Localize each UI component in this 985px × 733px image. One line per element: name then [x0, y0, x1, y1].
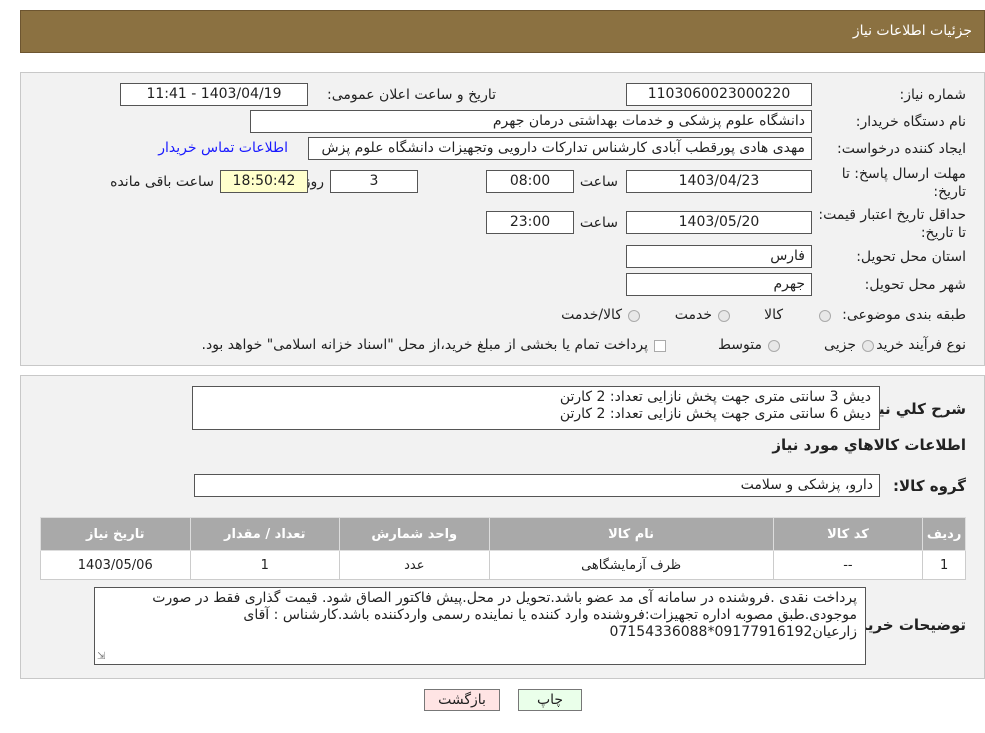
- col-date: تاریخ نیاز: [40, 517, 191, 551]
- page-header: جزئیات اطلاعات نیاز: [20, 10, 985, 53]
- purchase-radio-minor[interactable]: [862, 340, 874, 352]
- purchase-radio-medium[interactable]: [768, 340, 780, 352]
- province-field: فارس: [626, 245, 812, 268]
- province-label: استان محل تحویل:: [856, 249, 966, 265]
- page-title: جزئیات اطلاعات نیاز: [852, 23, 972, 39]
- buyer-notes-text: پرداخت نقدی .فروشنده در سامانه آی مد عضو…: [152, 590, 857, 640]
- cell-name: ظرف آزمایشگاهی: [488, 550, 774, 580]
- summary-line-1: دیش 3 سانتی متری جهت پخش نازایی تعداد: 2…: [559, 389, 871, 405]
- col-row: ردیف: [922, 517, 966, 551]
- col-code: کد کالا: [772, 517, 924, 551]
- purchase-type-label: نوع فرآیند خرید :: [867, 337, 966, 353]
- cell-row: 1: [922, 550, 966, 580]
- validity-label: حداقل تاریخ اعتبار قیمت: تا تاریخ:: [818, 207, 966, 241]
- buyer-org-field: دانشگاه علوم پزشکی و خدمات بهداشتی درمان…: [250, 110, 812, 133]
- buyer-contact-link[interactable]: اطلاعات تماس خریدار: [158, 140, 288, 156]
- deadline-date-field: 1403/04/23: [626, 170, 812, 193]
- goods-heading: اطلاعات کالاهاي مورد نياز: [772, 436, 966, 454]
- goods-group-field: دارو، پزشکی و سلامت: [194, 474, 880, 497]
- need-info-panel: شماره نیاز: 1103060023000220 تاریخ و ساع…: [20, 72, 985, 366]
- treasury-note: پرداخت تمام یا بخشی از مبلغ خرید،از محل …: [201, 337, 648, 353]
- category-radio-goods[interactable]: [819, 310, 831, 322]
- col-qty: تعداد / مقدار: [189, 517, 341, 551]
- goods-group-label: گروه کالا:: [893, 477, 966, 495]
- category-option-service: خدمت: [674, 307, 712, 323]
- back-button[interactable]: بازگشت: [424, 689, 500, 711]
- print-button[interactable]: چاپ: [518, 689, 582, 711]
- creator-label: ایجاد کننده درخواست:: [837, 141, 966, 157]
- remaining-label: ساعت باقی مانده: [110, 174, 214, 190]
- city-field: جهرم: [626, 273, 812, 296]
- purchase-option-minor: جزیی: [824, 337, 856, 353]
- announce-label: تاریخ و ساعت اعلان عمومی:: [327, 87, 496, 103]
- col-name: نام کالا: [488, 517, 774, 551]
- category-radio-goods-service[interactable]: [628, 310, 640, 322]
- purchase-option-medium: متوسط: [718, 337, 762, 353]
- remaining-time-field: 18:50:42: [220, 170, 308, 193]
- table-row: 1 -- ظرف آزمایشگاهی عدد 1 1403/05/06: [40, 550, 966, 580]
- cell-date: 1403/05/06: [40, 550, 191, 580]
- treasury-bonds-checkbox[interactable]: [654, 340, 666, 352]
- deadline-time-field: 08:00: [486, 170, 574, 193]
- cell-code: --: [772, 550, 924, 580]
- category-label: طبقه بندی موضوعی:: [842, 307, 966, 323]
- validity-date-field: 1403/05/20: [626, 211, 812, 234]
- creator-field: مهدی هادی پورقطب آبادی کارشناس تدارکات د…: [308, 137, 812, 160]
- category-radio-service[interactable]: [718, 310, 730, 322]
- col-unit: واحد شمارش: [339, 517, 490, 551]
- goods-table: ردیف کد کالا نام کالا واحد شمارش تعداد /…: [40, 517, 966, 580]
- city-label: شهر محل تحویل:: [864, 277, 966, 293]
- buyer-notes-textarea[interactable]: پرداخت نقدی .فروشنده در سامانه آی مد عضو…: [94, 587, 866, 665]
- need-number-field: 1103060023000220: [626, 83, 812, 106]
- validity-time-label: ساعت: [579, 215, 618, 231]
- buyer-org-label: نام دستگاه خریدار:: [855, 114, 966, 130]
- goods-table-header: ردیف کد کالا نام کالا واحد شمارش تعداد /…: [40, 517, 966, 551]
- resize-grip-icon[interactable]: ⇲: [97, 652, 105, 662]
- deadline-time-label: ساعت: [579, 174, 618, 190]
- category-option-goods: کالا: [764, 307, 783, 323]
- category-option-goods-service: کالا/خدمت: [561, 307, 622, 323]
- cell-qty: 1: [189, 550, 341, 580]
- need-number-label: شماره نیاز:: [899, 87, 967, 103]
- deadline-label: مهلت ارسال پاسخ: تا تاریخ:: [841, 166, 966, 200]
- announce-field: 1403/04/19 - 11:41: [120, 83, 308, 106]
- summary-line-2: دیش 6 سانتی متری جهت پخش نازایی تعداد: 2…: [559, 406, 871, 422]
- validity-time-field: 23:00: [486, 211, 574, 234]
- summary-textarea[interactable]: دیش 3 سانتی متری جهت پخش نازایی تعداد: 2…: [192, 386, 880, 430]
- days-field: 3: [330, 170, 418, 193]
- cell-unit: عدد: [339, 550, 490, 580]
